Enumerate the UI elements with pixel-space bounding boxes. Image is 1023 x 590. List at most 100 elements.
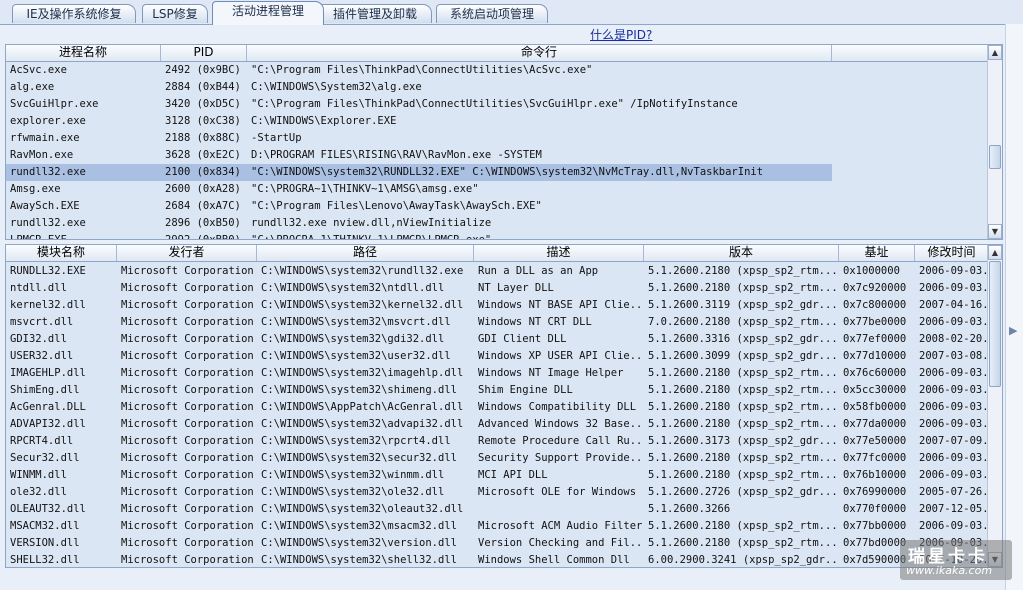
tab-lsp-repair[interactable]: LSP修复 bbox=[142, 4, 208, 23]
process-row[interactable]: alg.exe 2884 (0xB44) C:\WINDOWS\System32\a… bbox=[6, 79, 987, 96]
cell-path: C:\WINDOWS\system32\rundll32.exe bbox=[261, 265, 464, 277]
cell-description: Advanced Windows 32 Base... bbox=[478, 418, 644, 430]
cell-modified-time: 2006-09-03... bbox=[919, 384, 989, 396]
cell-module-name: SHELL32.dll bbox=[10, 554, 80, 566]
column-header-path[interactable]: 路径 bbox=[257, 245, 474, 261]
cell-base-address: 0x5cc30000 bbox=[843, 384, 907, 396]
scroll-down-icon[interactable]: ▼ bbox=[988, 224, 1002, 239]
column-header-publisher[interactable]: 发行者 bbox=[117, 245, 257, 261]
cell-description: Windows Shell Common Dll bbox=[478, 554, 630, 566]
cell-description: NT Layer DLL bbox=[478, 282, 554, 294]
column-header-process-name[interactable]: 进程名称 bbox=[6, 45, 161, 61]
cell-modified-time: 2006-09-03... bbox=[919, 469, 989, 481]
scroll-thumb[interactable] bbox=[989, 261, 1001, 387]
scroll-thumb[interactable] bbox=[989, 145, 1001, 169]
cell-command-line: "C:\Program Files\Lenovo\AwayTask\AwaySc… bbox=[251, 200, 542, 212]
module-row[interactable]: AcGenral.DLL Microsoft Corporation C:\WIND… bbox=[6, 399, 989, 416]
cell-description: Windows Compatibility DLL bbox=[478, 401, 637, 413]
column-header-pid[interactable]: PID bbox=[161, 45, 247, 61]
column-header-module-name[interactable]: 模块名称 bbox=[6, 245, 117, 261]
cell-process-name: Amsg.exe bbox=[10, 183, 61, 195]
module-row[interactable]: WINMM.dll Microsoft Corporation C:\WINDOWS… bbox=[6, 467, 989, 484]
cell-version: 5.1.2600.3099 (xpsp_sp2_gdr.... bbox=[648, 350, 839, 362]
process-row[interactable]: LPMGR.EXE 2992 (0xBB0) "C:\PROGRA~1\THINKV… bbox=[6, 232, 987, 240]
tab-ie-os-repair[interactable]: IE及操作系统修复 bbox=[12, 4, 136, 23]
cell-base-address: 0x58fb0000 bbox=[843, 401, 907, 413]
cell-modified-time: 2006-09-03... bbox=[919, 418, 989, 430]
cell-publisher: Microsoft Corporation bbox=[121, 367, 254, 379]
process-row[interactable]: explorer.exe 3128 (0xC38) C:\WINDOWS\Explo… bbox=[6, 113, 987, 130]
module-list[interactable]: 模块名称 发行者 路径 描述 版本 基址 修改时间 RUNDLL32.EXE Mi… bbox=[5, 244, 1003, 568]
module-row[interactable]: MSACM32.dll Microsoft Corporation C:\WINDO… bbox=[6, 518, 989, 535]
scroll-up-icon[interactable]: ▲ bbox=[988, 245, 1002, 260]
process-list[interactable]: 进程名称 PID 命令行 AcSvc.exe 2492 (0x9BC) "C:\Pr… bbox=[5, 44, 1003, 240]
chevron-right-icon[interactable]: ▶ bbox=[1009, 324, 1017, 337]
tab-process-manager[interactable]: 活动进程管理 bbox=[212, 1, 324, 25]
module-row[interactable]: msvcrt.dll Microsoft Corporation C:\WINDOW… bbox=[6, 314, 989, 331]
process-row[interactable]: rfwmain.exe 2188 (0x88C) -StartUp bbox=[6, 130, 987, 147]
module-row[interactable]: VERSION.dll Microsoft Corporation C:\WINDO… bbox=[6, 535, 989, 552]
process-row[interactable]: AcSvc.exe 2492 (0x9BC) "C:\Program Files\T… bbox=[6, 62, 987, 79]
what-is-pid-link[interactable]: 什么是PID? bbox=[590, 26, 652, 43]
cell-pid: 2896 (0xB50) bbox=[165, 217, 241, 229]
column-header-version[interactable]: 版本 bbox=[644, 245, 839, 261]
process-row[interactable]: rundll32.exe 2896 (0xB50) rundll32.exe nvi… bbox=[6, 215, 987, 232]
cell-path: C:\WINDOWS\system32\ntdll.dll bbox=[261, 282, 445, 294]
process-list-scrollbar[interactable]: ▲ ▼ bbox=[987, 45, 1002, 239]
module-list-header: 模块名称 发行者 路径 描述 版本 基址 修改时间 bbox=[6, 245, 989, 262]
cell-modified-time: 2006-09-03... bbox=[919, 367, 989, 379]
column-header-base-address[interactable]: 基址 bbox=[839, 245, 915, 261]
module-row[interactable]: GDI32.dll Microsoft Corporation C:\WINDOWS… bbox=[6, 331, 989, 348]
cell-process-name: AwaySch.EXE bbox=[10, 200, 80, 212]
cell-version: 5.1.2600.3119 (xpsp_sp2_gdr.... bbox=[648, 299, 839, 311]
cell-publisher: Microsoft Corporation bbox=[121, 435, 254, 447]
tab-plugin-manager[interactable]: 插件管理及卸载 bbox=[318, 4, 432, 23]
cell-modified-time: 2007-04-16... bbox=[919, 299, 989, 311]
process-row[interactable]: AwaySch.EXE 2684 (0xA7C) "C:\Program Files… bbox=[6, 198, 987, 215]
cell-base-address: 0x76b10000 bbox=[843, 469, 907, 481]
column-header-description[interactable]: 描述 bbox=[474, 245, 644, 261]
tab-startup-manager[interactable]: 系统启动项管理 bbox=[436, 4, 548, 23]
module-row[interactable]: SHELL32.dll Microsoft Corporation C:\WINDO… bbox=[6, 552, 989, 567]
cell-version: 5.1.2600.2180 (xpsp_sp2_rtm.... bbox=[648, 418, 839, 430]
module-row[interactable]: RPCRT4.dll Microsoft Corporation C:\WINDOW… bbox=[6, 433, 989, 450]
process-row[interactable]: SvcGuiHlpr.exe 3420 (0xD5C) "C:\Program Fi… bbox=[6, 96, 987, 113]
module-row[interactable]: IMAGEHLP.dll Microsoft Corporation C:\WIND… bbox=[6, 365, 989, 382]
column-header-modified-time[interactable]: 修改时间 bbox=[915, 245, 989, 261]
scroll-up-icon[interactable]: ▲ bbox=[988, 45, 1002, 60]
cell-pid: 3128 (0xC38) bbox=[165, 115, 241, 127]
cell-pid: 2884 (0xB44) bbox=[165, 81, 241, 93]
module-row[interactable]: ntdll.dll Microsoft Corporation C:\WINDOWS… bbox=[6, 280, 989, 297]
module-row[interactable]: ole32.dll Microsoft Corporation C:\WINDOWS… bbox=[6, 484, 989, 501]
process-row[interactable]: rundll32.exe 2100 (0x834) "C:\WINDOWS\syst… bbox=[6, 164, 832, 181]
cell-base-address: 0x770f0000 bbox=[843, 503, 907, 515]
cell-pid: 2100 (0x834) bbox=[165, 166, 241, 178]
module-list-scrollbar[interactable]: ▲ ▼ bbox=[987, 245, 1002, 567]
cell-path: C:\WINDOWS\system32\msvcrt.dll bbox=[261, 316, 451, 328]
cell-version: 5.1.2600.2180 (xpsp_sp2_rtm.... bbox=[648, 452, 839, 464]
module-row[interactable]: ADVAPI32.dll Microsoft Corporation C:\WIND… bbox=[6, 416, 989, 433]
column-header-command-line[interactable]: 命令行 bbox=[247, 45, 832, 61]
cell-version: 5.1.2600.2180 (xpsp_sp2_rtm.... bbox=[648, 537, 839, 549]
cell-base-address: 0x77e50000 bbox=[843, 435, 907, 447]
cell-module-name: IMAGEHLP.dll bbox=[10, 367, 86, 379]
cell-path: C:\WINDOWS\system32\gdi32.dll bbox=[261, 333, 445, 345]
cell-modified-time: 2006-09-03... bbox=[919, 452, 989, 464]
cell-module-name: ShimEng.dll bbox=[10, 384, 80, 396]
cell-path: C:\WINDOWS\system32\secur32.dll bbox=[261, 452, 457, 464]
cell-command-line: "C:\PROGRA~1\THINKV~1\LPMGR\LPMGR.exe" bbox=[251, 234, 492, 240]
cell-publisher: Microsoft Corporation bbox=[121, 554, 254, 566]
module-row[interactable]: Secur32.dll Microsoft Corporation C:\WINDO… bbox=[6, 450, 989, 467]
module-row[interactable]: ShimEng.dll Microsoft Corporation C:\WINDO… bbox=[6, 382, 989, 399]
cell-base-address: 0x77be0000 bbox=[843, 316, 907, 328]
process-row[interactable]: Amsg.exe 2600 (0xA28) "C:\PROGRA~1\THINKV~… bbox=[6, 181, 987, 198]
module-row[interactable]: RUNDLL32.EXE Microsoft Corporation C:\WIND… bbox=[6, 263, 989, 280]
cell-publisher: Microsoft Corporation bbox=[121, 265, 254, 277]
module-row[interactable]: USER32.dll Microsoft Corporation C:\WINDOW… bbox=[6, 348, 989, 365]
watermark-logo: 瑞星卡卡 www.ikaka.com bbox=[900, 540, 1012, 580]
module-row[interactable]: OLEAUT32.dll Microsoft Corporation C:\WIND… bbox=[6, 501, 989, 518]
module-row[interactable]: kernel32.dll Microsoft Corporation C:\WIND… bbox=[6, 297, 989, 314]
cell-base-address: 0x7c800000 bbox=[843, 299, 907, 311]
process-list-header: 进程名称 PID 命令行 bbox=[6, 45, 989, 62]
process-row[interactable]: RavMon.exe 3628 (0xE2C) D:\PROGRAM FILES\R… bbox=[6, 147, 987, 164]
